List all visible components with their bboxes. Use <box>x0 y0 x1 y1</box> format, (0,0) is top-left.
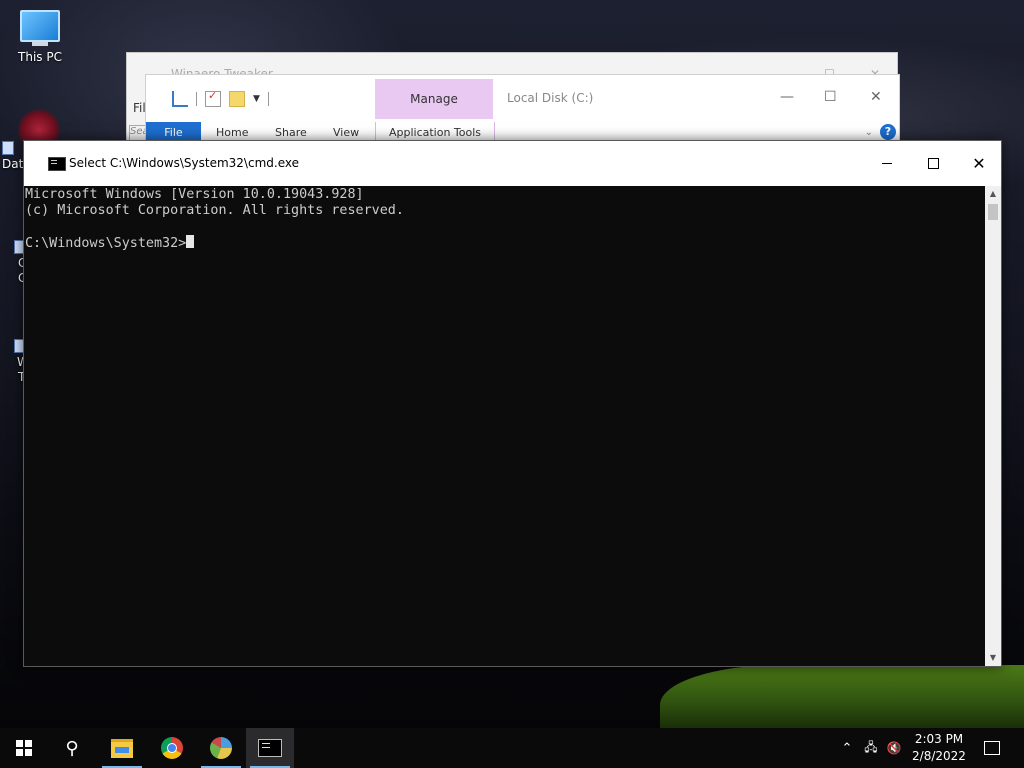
explorer-maximize-button[interactable]: ☐ <box>824 89 837 105</box>
search-icon: ⚲ <box>65 737 79 759</box>
customize-toolbar-chevron-icon[interactable]: ▼ <box>253 94 260 104</box>
cmd-maximize-button[interactable] <box>910 141 956 186</box>
action-center-button[interactable] <box>975 728 1009 768</box>
network-icon: 🖧 <box>864 739 878 754</box>
command-prompt-window[interactable]: Select C:\Windows\System32\cmd.exe ✕ Mic… <box>23 140 1002 667</box>
close-icon: ✕ <box>972 153 986 173</box>
help-icon[interactable]: ? <box>880 124 896 140</box>
console-line: (c) Microsoft Corporation. All rights re… <box>25 203 404 218</box>
taskbar-command-prompt[interactable] <box>246 728 294 768</box>
scroll-down-arrow-icon[interactable]: ▼ <box>985 650 1001 666</box>
cmd-window-title: Select C:\Windows\System32\cmd.exe <box>69 156 299 170</box>
console-prompt-line[interactable]: C:\Windows\System32> <box>25 235 195 252</box>
new-folder-icon[interactable] <box>229 91 245 107</box>
search-button[interactable]: ⚲ <box>48 728 96 768</box>
computer-icon <box>20 10 60 46</box>
toolbar-separator <box>267 92 269 106</box>
explorer-window-title: Local Disk (C:) <box>507 91 594 105</box>
file-explorer-window[interactable]: ▼ Manage Local Disk (C:) — ☐ ✕ File Home… <box>145 74 900 146</box>
scroll-up-arrow-icon[interactable]: ▲ <box>985 186 1001 202</box>
console-icon <box>48 157 66 171</box>
start-button[interactable] <box>0 728 48 768</box>
explorer-close-button[interactable]: ✕ <box>870 89 882 105</box>
console-output[interactable]: Microsoft Windows [Version 10.0.19043.92… <box>24 186 985 666</box>
volume-tray-button[interactable]: 🔇 <box>884 728 904 768</box>
show-hidden-icons-button[interactable]: ⌃ <box>838 728 856 768</box>
chrome-icon <box>161 737 183 759</box>
text-cursor <box>186 235 195 248</box>
network-tray-button[interactable]: 🖧 <box>860 728 882 768</box>
this-pc-label: This PC <box>18 50 62 64</box>
properties-icon[interactable] <box>172 91 188 107</box>
notification-icon <box>984 741 1000 755</box>
tweaker-icon <box>210 737 232 759</box>
scrollbar-thumb[interactable] <box>988 204 998 220</box>
taskbar-winaero-tweaker[interactable] <box>197 728 245 768</box>
shortcut-arrow-icon <box>2 141 14 155</box>
checklist-icon[interactable] <box>205 89 221 107</box>
taskbar-chrome[interactable] <box>148 728 196 768</box>
taskbar-file-explorer[interactable] <box>98 728 146 768</box>
cmd-title-bar[interactable]: Select C:\Windows\System32\cmd.exe ✕ <box>24 141 1001 186</box>
cmd-minimize-button[interactable] <box>864 141 910 186</box>
clock-time: 2:03 PM <box>914 732 964 746</box>
vertical-scrollbar[interactable]: ▲ ▼ <box>985 186 1001 666</box>
toolbar-separator <box>196 92 197 106</box>
console-prompt: C:\Windows\System32> <box>25 236 187 251</box>
taskbar-clock[interactable]: 2:03 PM 2/8/2022 <box>905 731 973 765</box>
tweaker-file-menu[interactable]: Fil <box>133 101 146 115</box>
chevron-up-icon: ⌃ <box>841 740 853 756</box>
cmd-close-button[interactable]: ✕ <box>956 141 1002 186</box>
console-line: Microsoft Windows [Version 10.0.19043.92… <box>25 187 364 202</box>
quick-access-toolbar: ▼ <box>172 89 269 107</box>
maximize-icon <box>927 158 939 169</box>
minimize-icon <box>882 163 892 164</box>
taskbar: ⚲ ⌃ 🖧 🔇 2:03 PM 2/8/2022 <box>0 728 1024 768</box>
clock-date: 2/8/2022 <box>912 749 966 763</box>
explorer-minimize-button[interactable]: — <box>780 89 794 105</box>
volume-muted-icon: 🔇 <box>886 741 902 755</box>
folder-icon <box>111 738 133 758</box>
manage-context-tab[interactable]: Manage <box>375 79 493 119</box>
this-pc-desktop-icon[interactable]: This PC <box>14 10 66 64</box>
landscape-hill <box>660 665 1024 728</box>
console-icon <box>258 739 282 757</box>
windows-logo-icon <box>16 740 32 756</box>
